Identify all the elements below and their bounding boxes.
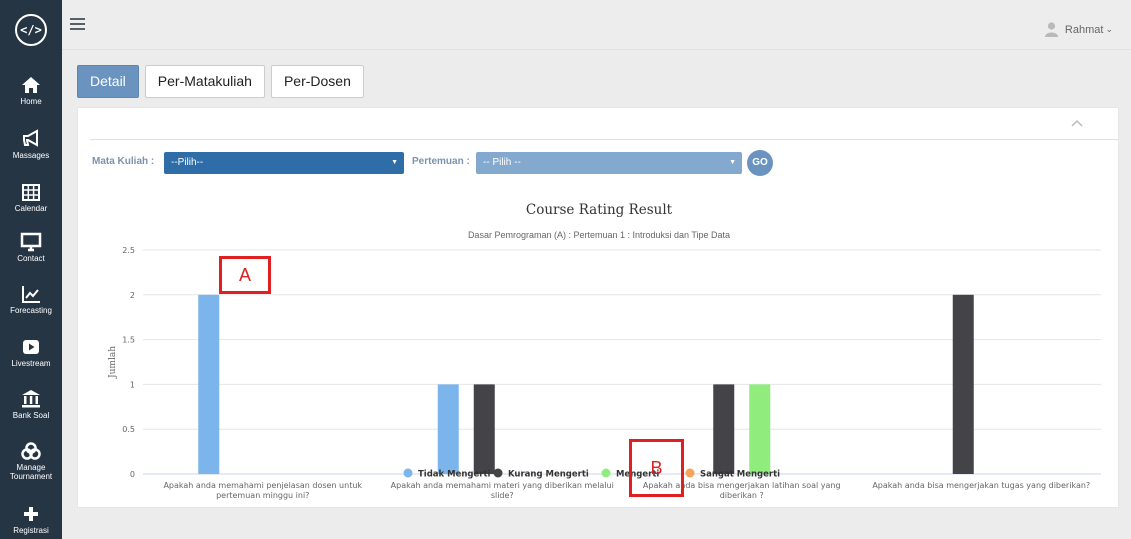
bar-chart: 0 0.5 1 1.5 2 2.5 Jumlah Apakah anda memahami p… — [108, 246, 1101, 500]
sidebar-item-label: Manage Tournament — [9, 463, 53, 481]
sidebar-item-label: Massages — [12, 151, 50, 160]
bar — [713, 384, 735, 474]
sidebar-item-massages[interactable]: Massages — [0, 129, 62, 160]
y-tick-label: 1 — [130, 380, 135, 389]
avatar — [1044, 22, 1058, 37]
calendar-icon — [22, 184, 40, 201]
annotation-box-a: A — [219, 256, 271, 294]
legend-marker — [403, 468, 413, 478]
y-axis-label: Jumlah — [108, 346, 118, 379]
biohazard-icon — [21, 442, 41, 460]
bar — [437, 384, 459, 474]
y-tick-label: 2 — [130, 291, 135, 300]
y-tick-label: 0.5 — [122, 425, 135, 434]
x-tick-label: slide? — [491, 491, 514, 500]
chart-panel: Mata Kuliah : --Pilih-- ▼ Pertemuan : --… — [77, 107, 1119, 508]
y-tick-label: 2.5 — [122, 246, 135, 255]
sidebar: </> Home Massages Calendar Contact Forec… — [0, 0, 62, 539]
annotation-box-b: B — [629, 439, 684, 497]
top-bar: Rahmat ⌄ — [62, 0, 1131, 50]
main-content: Detail Per-Matakuliah Per-Dosen Mata Kul… — [62, 50, 1131, 539]
sidebar-item-forecasting[interactable]: Forecasting — [0, 284, 62, 315]
bar — [198, 294, 220, 474]
y-tick-label: 0 — [130, 470, 135, 479]
user-name: Rahmat — [1064, 23, 1104, 36]
home-icon — [22, 77, 40, 93]
sidebar-item-label: Bank Soal — [12, 411, 50, 420]
tab-detail[interactable]: Detail — [77, 65, 139, 98]
legend-item: Kurang Mengerti — [508, 470, 589, 480]
app-logo[interactable]: </> — [15, 14, 47, 46]
bar — [749, 384, 771, 474]
legend-marker — [601, 468, 611, 478]
sidebar-item-contact[interactable]: Contact — [0, 232, 62, 263]
chevron-down-icon: ⌄ — [1105, 24, 1113, 34]
sidebar-item-bank-soal[interactable]: Bank Soal — [0, 389, 62, 420]
menu-toggle-icon[interactable] — [70, 18, 85, 30]
tab-per-matakuliah[interactable]: Per-Matakuliah — [144, 65, 265, 98]
sidebar-item-livestream[interactable]: Livestream — [0, 337, 62, 368]
tab-per-dosen[interactable]: Per-Dosen — [270, 65, 364, 98]
sidebar-item-home[interactable]: Home — [0, 75, 62, 106]
play-icon — [23, 340, 39, 354]
y-tick-label: 1.5 — [122, 336, 135, 345]
sidebar-item-label: Livestream — [11, 359, 51, 368]
x-tick-label: diberikan ? — [720, 491, 764, 500]
sidebar-item-label: Contact — [17, 254, 45, 263]
x-tick-label: Apakah anda memahami materi yang diberik… — [391, 481, 614, 490]
legend-item: Tidak Mengerti — [418, 470, 491, 480]
bar — [952, 294, 974, 474]
sidebar-item-manage-tournament[interactable]: Manage Tournament — [0, 441, 62, 481]
sidebar-item-calendar[interactable]: Calendar — [0, 182, 62, 213]
x-tick-label: Apakah anda memahami penjelasan dosen un… — [163, 481, 362, 490]
sidebar-item-label: Forecasting — [10, 306, 52, 315]
sidebar-item-registrasi[interactable]: Registrasi — [0, 504, 62, 535]
tab-bar: Detail Per-Matakuliah Per-Dosen — [77, 65, 370, 98]
bar — [473, 384, 495, 474]
bank-icon — [22, 390, 40, 408]
user-menu[interactable]: Rahmat ⌄ — [1044, 22, 1113, 37]
x-tick-label: Apakah anda bisa mengerjakan tugas yang … — [872, 481, 1090, 490]
legend-marker — [685, 468, 695, 478]
megaphone-icon — [23, 129, 38, 147]
sidebar-item-label: Home — [20, 97, 42, 106]
legend-marker — [493, 468, 503, 478]
x-tick-label: pertemuan minggu ini? — [216, 491, 309, 500]
monitor-icon — [20, 232, 42, 252]
sidebar-item-label: Calendar — [14, 204, 48, 213]
plus-icon — [24, 507, 38, 521]
legend-item: Sangat Mengerti — [700, 470, 780, 480]
sidebar-item-label: Registrasi — [13, 526, 49, 535]
chart-line-icon — [22, 286, 40, 303]
